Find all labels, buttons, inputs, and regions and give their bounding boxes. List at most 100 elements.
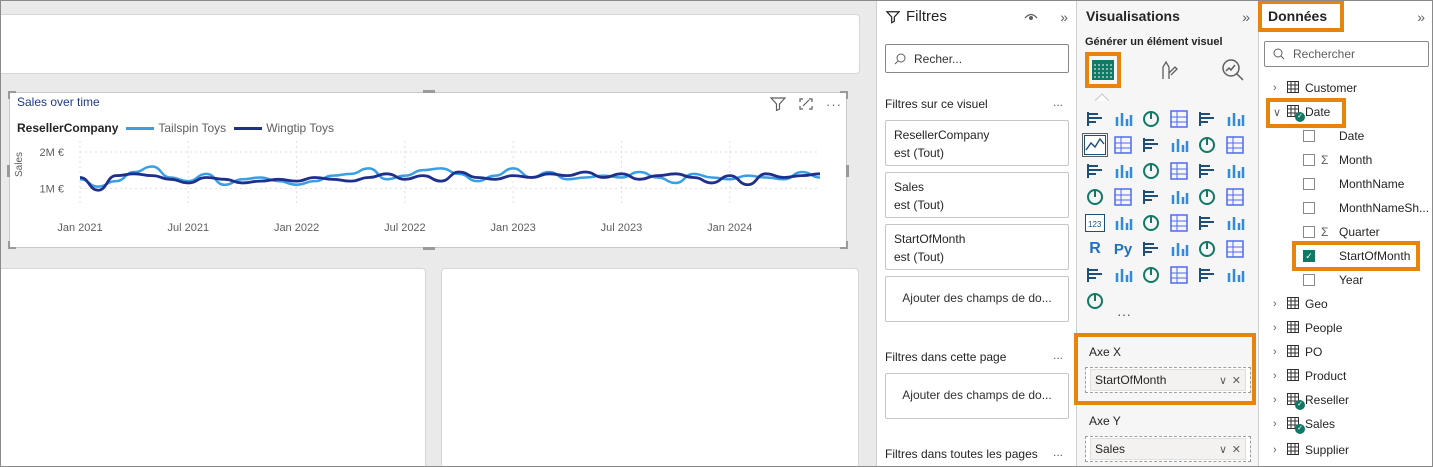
legend-item-tailspin[interactable]: Tailspin Toys [158, 121, 226, 135]
chevron-right-icon[interactable]: › [1273, 82, 1287, 94]
legend-item-wingtip[interactable]: Wingtip Toys [266, 121, 334, 135]
matrix-icon[interactable] [1223, 212, 1247, 234]
multi-row-card-icon[interactable] [1111, 212, 1135, 234]
more-options-icon[interactable]: ... [1053, 348, 1063, 362]
chevron-down-icon[interactable]: ∨ [1273, 106, 1287, 119]
add-fields-page-dropzone[interactable]: Ajouter des champs de do... [885, 373, 1069, 419]
funnel-icon[interactable] [1139, 160, 1163, 182]
chevron-down-icon[interactable]: ∨ [1219, 443, 1227, 456]
format-visual-icon[interactable] [1150, 52, 1186, 88]
field-month[interactable]: Σ Month [1303, 150, 1372, 170]
table-geo[interactable]: › Geo [1273, 294, 1328, 314]
field-quarter[interactable]: Σ Quarter [1303, 222, 1380, 242]
empty-visual-bottom-left[interactable] [0, 268, 426, 467]
resize-handle[interactable] [8, 241, 16, 249]
table-product[interactable]: › Product [1273, 366, 1346, 386]
100-column-icon[interactable] [1223, 108, 1247, 130]
stacked-bar-icon[interactable] [1083, 108, 1107, 130]
table-people[interactable]: › People [1273, 318, 1342, 338]
resize-handle[interactable] [840, 241, 848, 249]
empty-visual-bottom-right[interactable] [441, 268, 859, 467]
smart-narrative-icon[interactable] [1223, 238, 1247, 260]
more-visuals-icon[interactable]: ··· [1117, 306, 1131, 322]
chevron-right-icon[interactable]: › [1273, 418, 1287, 430]
resize-handle[interactable] [423, 247, 435, 250]
remove-field-icon[interactable]: ✕ [1232, 374, 1241, 387]
area-chart-icon[interactable] [1111, 134, 1135, 156]
more-options-icon[interactable]: ··· [826, 97, 842, 112]
series-line-tailspin-toys[interactable] [79, 165, 821, 188]
qna-icon[interactable] [1195, 238, 1219, 260]
table-icon[interactable] [1195, 212, 1219, 234]
python-visual-icon[interactable]: Py [1111, 238, 1135, 260]
line-stacked-icon[interactable] [1223, 134, 1247, 156]
collapse-data-icon[interactable]: » [1417, 9, 1425, 25]
azure-map-icon[interactable] [1195, 186, 1219, 208]
scatter-icon[interactable] [1167, 160, 1191, 182]
add-fields-visual-dropzone[interactable]: Ajouter des champs de do... [885, 276, 1069, 322]
resize-handle[interactable] [7, 165, 10, 177]
100-bar-icon[interactable] [1195, 108, 1219, 130]
collapse-visualizations-icon[interactable]: » [1242, 9, 1250, 25]
series-line-wingtip-toys[interactable] [79, 170, 821, 192]
resize-handle[interactable] [8, 91, 16, 99]
filters-search-input[interactable]: Recher... [885, 44, 1069, 73]
card-icon[interactable]: 123 [1083, 212, 1107, 234]
empty-visual-top[interactable] [0, 14, 860, 74]
map-icon[interactable] [1111, 186, 1135, 208]
shape-map-icon[interactable] [1167, 186, 1191, 208]
slicer-new-icon[interactable] [1167, 264, 1191, 286]
donut-icon[interactable] [1223, 160, 1247, 182]
table-supplier[interactable]: › Supplier [1273, 440, 1349, 460]
collapse-filters-icon[interactable]: » [1060, 9, 1068, 25]
chevron-down-icon[interactable]: ∨ [1219, 374, 1227, 387]
chevron-right-icon[interactable]: › [1273, 298, 1287, 310]
focus-mode-icon[interactable] [798, 97, 814, 111]
decomposition-tree-icon[interactable] [1167, 238, 1191, 260]
table-reseller[interactable]: › ✓ Reseller [1273, 390, 1349, 410]
field-date[interactable]: Date [1303, 126, 1364, 146]
resize-handle[interactable] [846, 165, 849, 177]
checkbox[interactable] [1303, 226, 1315, 238]
paginated-report-icon[interactable] [1111, 264, 1135, 286]
slicer-icon[interactable] [1167, 212, 1191, 234]
line-column-icon[interactable] [1195, 134, 1219, 156]
table-date[interactable]: ∨ ✓ Date [1273, 102, 1330, 122]
y-axis-field-pill[interactable]: Sales ∨ ✕ [1090, 438, 1246, 460]
stacked-column-icon[interactable] [1111, 108, 1135, 130]
build-visual-icon[interactable] [1085, 52, 1121, 88]
r-visual-icon[interactable]: R [1083, 238, 1107, 260]
card-new-icon[interactable] [1139, 264, 1163, 286]
waterfall-icon[interactable] [1083, 160, 1107, 182]
field-monthname[interactable]: MonthName [1303, 174, 1404, 194]
line-chart-visual[interactable]: Sales over time ··· ResellerCompany Tail… [7, 90, 849, 250]
field-year[interactable]: Year [1303, 270, 1363, 290]
line-chart-icon[interactable] [1082, 133, 1108, 157]
clustered-bar-icon[interactable] [1139, 108, 1163, 130]
table-sales[interactable]: › ✓ Sales [1273, 414, 1335, 434]
table-customer[interactable]: › Customer [1273, 78, 1357, 98]
filter-icon[interactable] [770, 97, 786, 111]
power-apps-icon[interactable] [1195, 264, 1219, 286]
checkbox[interactable] [1303, 274, 1315, 286]
chevron-right-icon[interactable]: › [1273, 322, 1287, 334]
filter-card-startofmonth[interactable]: StartOfMonth est (Tout) [885, 224, 1069, 270]
chevron-right-icon[interactable]: › [1273, 370, 1287, 382]
field-monthnamesh[interactable]: MonthNameSh... [1303, 198, 1429, 218]
power-automate-icon[interactable] [1223, 264, 1247, 286]
more-options-icon[interactable]: ... [1053, 95, 1063, 109]
pie-icon[interactable] [1195, 160, 1219, 182]
table-po[interactable]: › PO [1273, 342, 1322, 362]
trophy-icon[interactable] [1083, 264, 1107, 286]
checkbox[interactable] [1303, 130, 1315, 142]
x-axis-field-pill[interactable]: StartOfMonth ∨ ✕ [1090, 369, 1246, 391]
y-axis-well[interactable]: Sales ∨ ✕ [1085, 436, 1251, 462]
checkbox[interactable] [1303, 202, 1315, 214]
data-search-input[interactable]: Rechercher [1264, 41, 1429, 67]
field-startofmonth[interactable]: ✓ StartOfMonth [1303, 246, 1410, 266]
treemap-icon[interactable] [1083, 186, 1107, 208]
kpi-icon[interactable] [1139, 212, 1163, 234]
chevron-right-icon[interactable]: › [1273, 394, 1287, 406]
chevron-right-icon[interactable]: › [1273, 444, 1287, 456]
column-alt-icon[interactable] [1111, 160, 1135, 182]
